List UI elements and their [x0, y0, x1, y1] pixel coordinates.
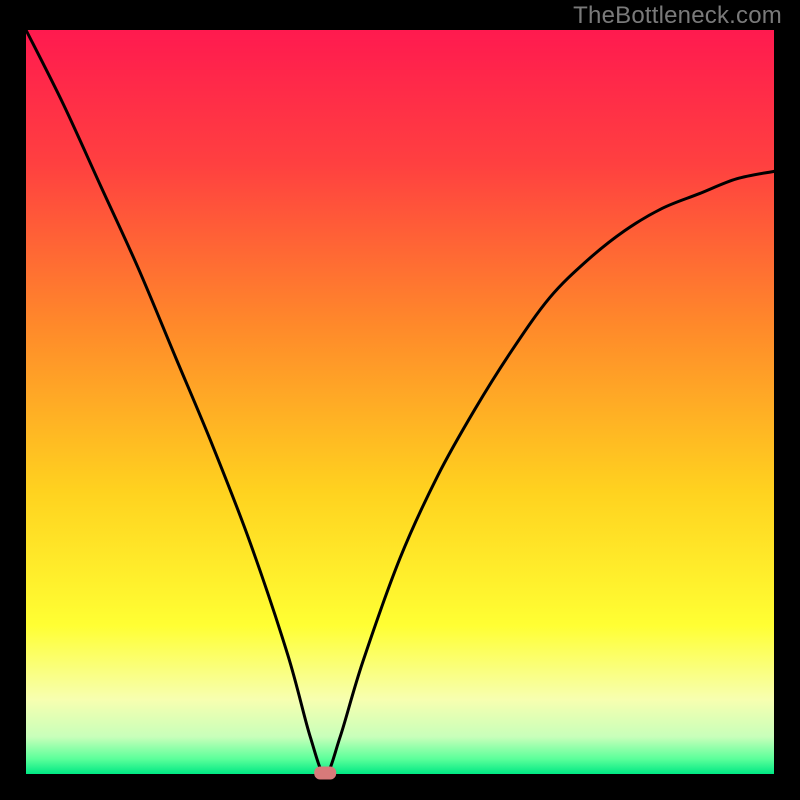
- bottleneck-chart: [0, 0, 800, 800]
- plot-background: [26, 30, 774, 774]
- minimum-marker: [314, 767, 336, 780]
- watermark-text: TheBottleneck.com: [573, 2, 782, 30]
- chart-frame: TheBottleneck.com: [0, 0, 800, 800]
